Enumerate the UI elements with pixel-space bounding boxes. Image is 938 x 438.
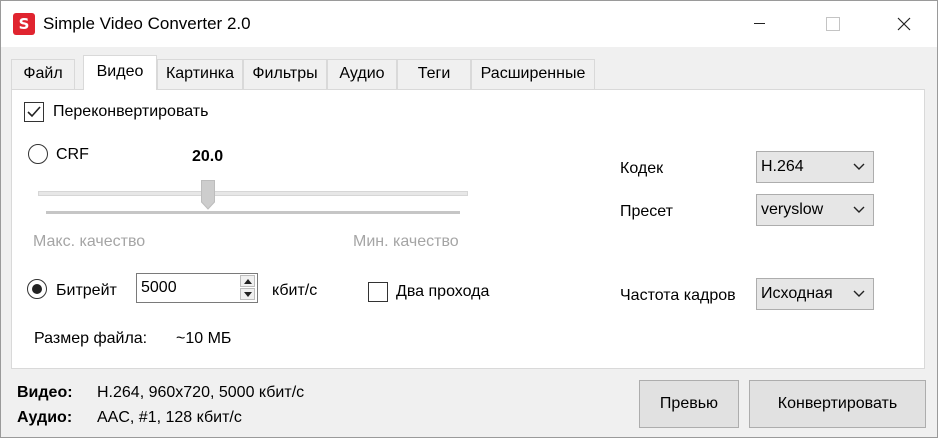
status-audio-label: Аудио: bbox=[17, 409, 73, 426]
crf-slider-thumb[interactable] bbox=[201, 180, 215, 210]
tab-audio[interactable]: Аудио bbox=[327, 59, 397, 89]
preset-value: veryslow bbox=[761, 201, 824, 218]
bitrate-unit: кбит/с bbox=[272, 282, 318, 299]
crf-radio[interactable] bbox=[28, 144, 48, 164]
chevron-down-icon bbox=[853, 163, 865, 170]
status-video-label: Видео: bbox=[17, 384, 73, 401]
crf-min-label: Макс. качество bbox=[33, 233, 146, 250]
bitrate-label: Битрейт bbox=[56, 282, 117, 299]
maximize-button[interactable] bbox=[809, 1, 855, 47]
convert-button[interactable]: Конвертировать bbox=[749, 380, 926, 428]
preview-button[interactable]: Превью bbox=[639, 380, 739, 428]
preset-label: Пресет bbox=[620, 203, 673, 220]
crf-max-label: Мин. качество bbox=[353, 233, 459, 250]
video-tab-panel: Переконвертировать CRF 20.0 Макс. качест… bbox=[11, 89, 925, 369]
chevron-down-icon bbox=[853, 206, 865, 213]
file-size-label: Размер файла: bbox=[34, 330, 148, 347]
status-video-value: H.264, 960x720, 5000 кбит/с bbox=[97, 384, 305, 401]
framerate-select[interactable]: Исходная bbox=[756, 278, 874, 310]
spin-down-icon[interactable] bbox=[240, 288, 255, 300]
status-audio-value: AAC, #1, 128 кбит/с bbox=[97, 409, 242, 426]
tab-picture[interactable]: Картинка bbox=[157, 59, 243, 89]
bitrate-spinbox bbox=[136, 273, 258, 303]
tab-file[interactable]: Файл bbox=[11, 59, 75, 89]
two-pass-checkbox[interactable] bbox=[368, 282, 388, 302]
codec-value: H.264 bbox=[761, 158, 804, 175]
tab-tags[interactable]: Теги bbox=[397, 59, 471, 89]
crf-slider-ticks bbox=[46, 211, 460, 214]
title-bar: S Simple Video Converter 2.0 bbox=[1, 1, 937, 47]
reconvert-label: Переконвертировать bbox=[53, 103, 209, 120]
tab-bar: Файл Видео Картинка Фильтры Аудио Теги Р… bbox=[1, 47, 937, 90]
spin-up-icon[interactable] bbox=[240, 275, 255, 287]
minimize-button[interactable] bbox=[736, 1, 782, 47]
checkmark-icon bbox=[27, 106, 41, 118]
tab-video[interactable]: Видео bbox=[83, 55, 157, 90]
bitrate-radio[interactable] bbox=[27, 279, 47, 299]
codec-select[interactable]: H.264 bbox=[756, 151, 874, 183]
codec-label: Кодек bbox=[620, 160, 664, 177]
tab-advanced[interactable]: Расширенные bbox=[471, 59, 595, 89]
preset-select[interactable]: veryslow bbox=[756, 194, 874, 226]
tab-filters[interactable]: Фильтры bbox=[243, 59, 327, 89]
reconvert-checkbox[interactable] bbox=[24, 102, 44, 122]
framerate-label: Частота кадров bbox=[620, 287, 736, 304]
chevron-down-icon bbox=[853, 290, 865, 297]
two-pass-label: Два прохода bbox=[396, 283, 490, 300]
crf-slider-track[interactable] bbox=[38, 191, 468, 196]
bitrate-input[interactable] bbox=[139, 276, 239, 300]
close-button[interactable] bbox=[881, 1, 927, 47]
framerate-value: Исходная bbox=[761, 285, 833, 302]
crf-label: CRF bbox=[56, 146, 89, 163]
file-size-value: ~10 МБ bbox=[176, 330, 232, 347]
window-title: Simple Video Converter 2.0 bbox=[43, 14, 251, 33]
close-icon bbox=[897, 17, 911, 31]
crf-value: 20.0 bbox=[192, 148, 224, 165]
app-logo-icon: S bbox=[13, 13, 35, 35]
app-window: S Simple Video Converter 2.0 Файл Видео … bbox=[0, 0, 938, 438]
